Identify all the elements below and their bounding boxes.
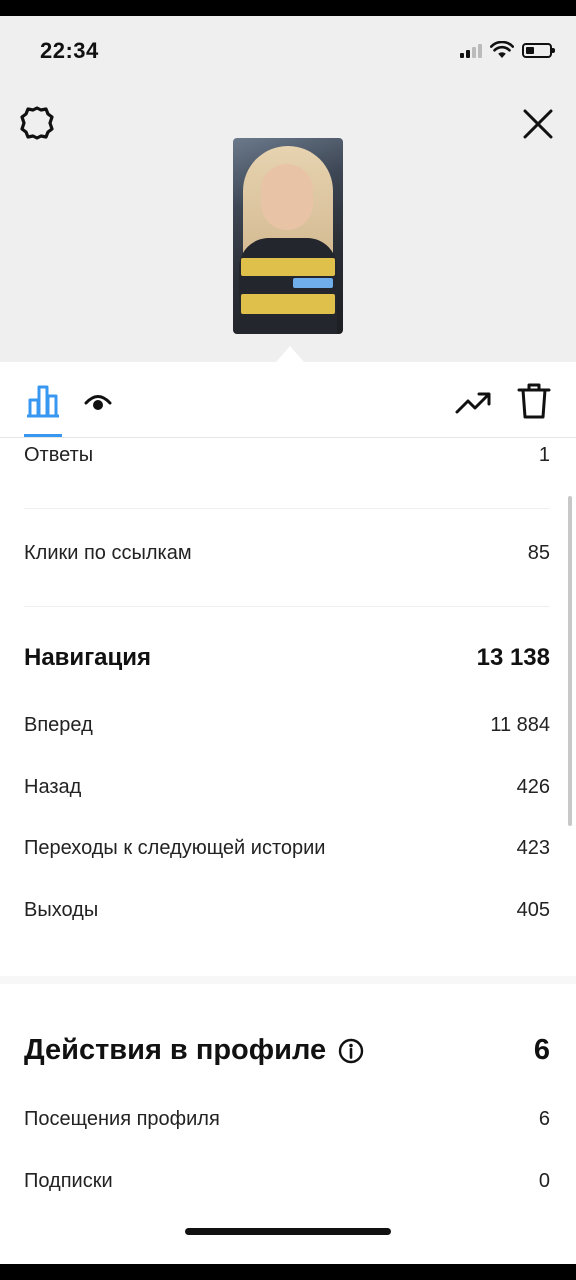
stat-value: 6: [538, 1108, 550, 1130]
stat-label: Вперед: [24, 714, 93, 736]
trash-icon[interactable]: [516, 382, 552, 420]
story-thumbnail[interactable]: [233, 138, 343, 334]
stat-value: 85: [527, 542, 550, 564]
stat-label: Посещения профиля: [24, 1108, 220, 1130]
trending-up-icon[interactable]: [454, 388, 492, 418]
status-time: 22:34: [40, 38, 99, 63]
stat-value: 405: [516, 899, 550, 921]
stat-value: 11 884: [490, 714, 550, 736]
navigation-header: Навигация 13 138: [24, 644, 550, 672]
section-title: Навигация: [24, 644, 152, 671]
stat-row-follows: Подписки 0: [24, 1170, 550, 1193]
section-title: Действия в профиле: [24, 1034, 327, 1066]
gear-icon[interactable]: [18, 104, 56, 142]
app-screen: 22:34 Ответы 1 Клики по ссылкам 85 Навиг…: [0, 16, 576, 1264]
close-icon[interactable]: [518, 104, 558, 144]
section-total: 13 138: [476, 644, 550, 671]
scrollbar[interactable]: [568, 496, 572, 826]
stat-label: Ответы: [24, 444, 94, 466]
insights-toolbar: [0, 362, 576, 438]
story-header: 22:34: [0, 16, 576, 362]
stat-value: 426: [516, 776, 550, 798]
stat-row-link-clicks: Клики по ссылкам 85: [24, 542, 550, 565]
stat-value: 423: [516, 837, 550, 859]
stat-row-next-story: Переходы к следующей истории 423: [24, 837, 550, 860]
section-separator: [0, 976, 576, 984]
status-icons: [460, 40, 555, 60]
stat-row-exits: Выходы 405: [24, 899, 550, 922]
divider: [24, 508, 550, 509]
stat-label: Назад: [24, 776, 82, 798]
battery-icon: [522, 42, 555, 58]
stat-row-replies: Ответы 1: [24, 444, 550, 467]
stat-value: 0: [538, 1170, 550, 1192]
stat-label: Переходы к следующей истории: [24, 837, 326, 859]
stat-label: Клики по ссылкам: [24, 542, 192, 564]
bar-chart-icon[interactable]: [24, 384, 62, 418]
stat-label: Подписки: [24, 1170, 113, 1192]
stat-value: 1: [538, 444, 550, 466]
wifi-icon: [490, 41, 514, 58]
section-total: 6: [533, 1034, 550, 1066]
active-tab-indicator: [24, 434, 62, 437]
profile-actions-header: Действия в профиле 6: [24, 1034, 550, 1067]
divider: [24, 606, 550, 607]
signal-icon: [460, 42, 482, 58]
stat-row-forward: Вперед 11 884: [24, 714, 550, 737]
home-indicator[interactable]: [185, 1228, 391, 1235]
eye-icon[interactable]: [84, 390, 112, 414]
thumbnail-pointer: [276, 346, 304, 362]
stat-row-back: Назад 426: [24, 776, 550, 799]
info-icon[interactable]: [338, 1038, 364, 1064]
stat-row-profile-visits: Посещения профиля 6: [24, 1108, 550, 1131]
stat-label: Выходы: [24, 899, 99, 921]
